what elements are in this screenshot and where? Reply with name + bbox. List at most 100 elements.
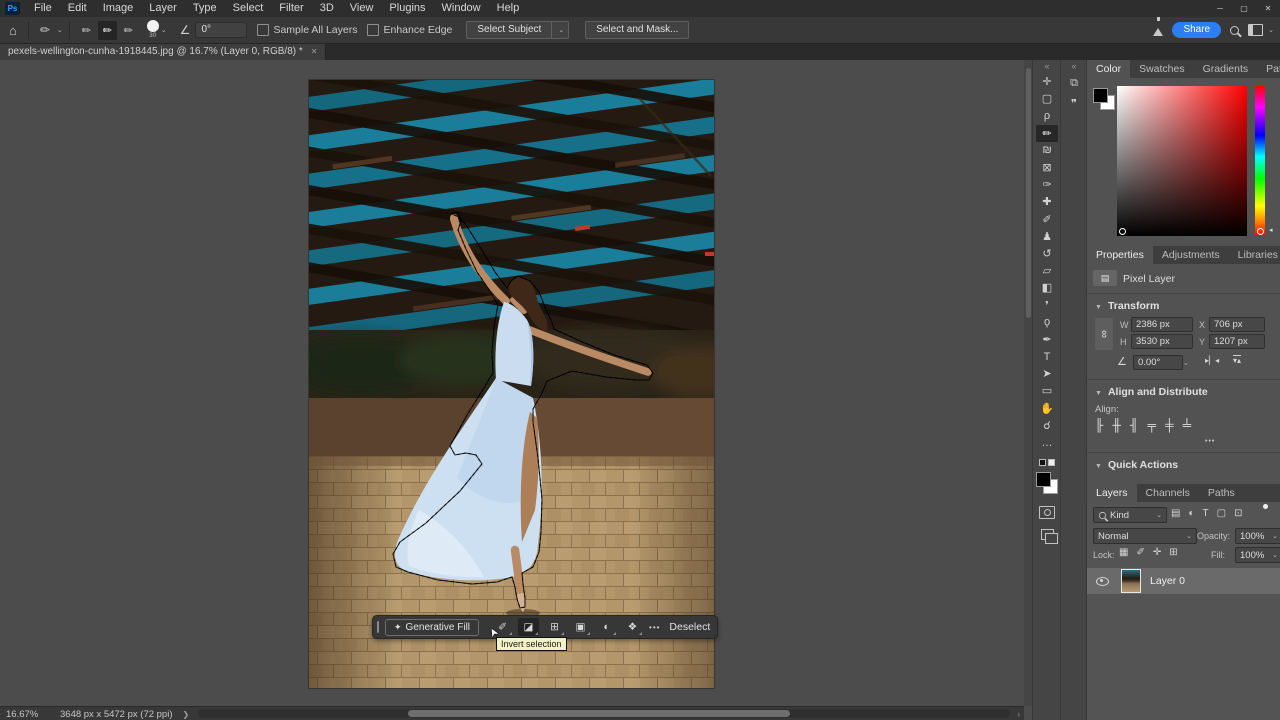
filter-adjustment-layers-icon[interactable]: ◐ [1188,508,1194,519]
panel-tab[interactable]: Patterns [1257,60,1280,78]
filter-smart-objects-icon[interactable]: ⊡ [1234,508,1242,519]
layer-filter-kind[interactable]: Kind ⌄ [1093,507,1167,523]
menu-item[interactable]: Edit [60,0,95,17]
generative-fill-button[interactable]: ✦ Generative Fill [385,619,479,636]
sample-all-layers-checkbox[interactable]: Sample All Layers [257,24,357,36]
angle-input[interactable]: 0.00° [1133,355,1183,370]
panel-tab[interactable]: Adjustments [1153,246,1229,264]
zoom-level-input[interactable]: 16.67% [6,709,46,720]
dodge-tool[interactable]: ϙ [1036,314,1058,331]
marquee-tool[interactable]: ▢ [1036,90,1058,107]
filter-shape-layers-icon[interactable]: ▢ [1217,508,1226,519]
move-tool[interactable]: ✛ [1036,73,1058,90]
eraser-tool[interactable]: ▱ [1036,262,1058,279]
photo-canvas[interactable] [309,80,714,688]
add-to-selection-mode[interactable]: ✏ [98,21,117,40]
gradient-tool[interactable]: ◧ [1036,279,1058,296]
lock-artboard-icon[interactable]: ⊞ [1169,547,1177,558]
canvas-pasteboard[interactable]: ✦ Generative Fill ✐◪⊞▣◐❖ ••• Deselect ➤ … [0,60,1024,706]
invert-selection-icon[interactable]: ◪ [518,618,539,636]
panel-tab[interactable]: Libraries [1229,246,1280,264]
align-section-header[interactable]: ▼Align and Distribute [1095,386,1208,398]
status-expand-icon[interactable]: ❯ [183,710,190,719]
transform-selection-icon[interactable]: ⊞ [544,618,565,636]
menu-item[interactable]: Select [225,0,272,17]
opacity-select[interactable]: 100% ⌄ [1235,528,1280,544]
menu-item[interactable]: Help [489,0,528,17]
link-dimensions-icon[interactable]: ∞ [1095,318,1113,350]
subtract-from-selection-mode[interactable]: ✏ [119,21,138,40]
color-swatch-pair[interactable] [1093,88,1117,112]
fill-select[interactable]: 100% ⌄ [1235,547,1280,563]
new-selection-mode[interactable]: ✏ [77,21,96,40]
color-field-marker[interactable] [1119,228,1126,235]
filter-type-layers-icon[interactable]: T [1203,508,1209,519]
align-left-icon[interactable]: ╟ [1095,418,1104,432]
y-input[interactable]: 1207 px [1209,334,1265,349]
close-tab-icon[interactable]: ✕ [311,47,318,56]
zoom-tool[interactable]: ☌ [1036,417,1058,434]
eyedropper-tool[interactable]: ✑ [1036,176,1058,193]
history-brush-tool[interactable]: ↺ [1036,245,1058,262]
align-more-icon[interactable]: ••• [1205,438,1215,445]
quick-mask-icon[interactable] [1039,506,1055,519]
foreground-color-swatch[interactable] [1036,472,1051,487]
share-button[interactable]: Share [1172,22,1221,38]
lock-position-icon[interactable]: ✛ [1153,547,1161,558]
menu-item[interactable]: 3D [312,0,342,17]
menu-item[interactable]: File [26,0,60,17]
maximize-button[interactable]: ▢ [1232,0,1256,17]
crop-tool[interactable]: ₪ [1036,142,1058,159]
version-history-icon[interactable]: ⧉ [1061,73,1087,93]
scroll-right-icon[interactable]: › [1017,710,1020,719]
foreground-background-swatches[interactable] [1036,472,1058,494]
angle-input[interactable]: 0° [195,22,247,38]
brush-tool[interactable]: ✐ [1036,211,1058,228]
edit-toolbar[interactable]: … [1036,434,1058,451]
canvas-horizontal-scrollbar[interactable] [198,709,1010,718]
dock-collapse-icon[interactable]: « [1033,60,1061,73]
lock-transparency-icon[interactable]: ▦ [1119,547,1128,558]
panel-tab[interactable]: Swatches [1130,60,1194,78]
align-center-h-icon[interactable]: ╫ [1113,418,1122,432]
deselect-button[interactable]: Deselect [669,621,710,633]
beta-features-icon[interactable] [1153,28,1163,36]
workspace-switcher[interactable]: ⌄ [1248,24,1274,36]
select-subject-button[interactable]: Select Subject [466,21,552,39]
lasso-tool[interactable]: ρ [1036,107,1058,124]
hue-slider-marker[interactable] [1257,228,1264,235]
comments-icon[interactable]: ❞ [1061,93,1087,113]
align-top-icon[interactable]: ╤ [1148,418,1157,432]
canvas-vertical-scrollbar[interactable] [1024,60,1032,706]
quick-actions-header[interactable]: ▼Quick Actions [1095,459,1178,471]
panel-tab[interactable]: Color [1087,60,1130,78]
home-icon[interactable]: ⌂ [4,23,22,38]
document-tab[interactable]: pexels-wellington-cunha-1918445.jpg @ 16… [0,43,326,60]
hand-tool[interactable]: ✋ [1036,400,1058,417]
menu-item[interactable]: Image [95,0,142,17]
height-input[interactable]: 3530 px [1131,334,1193,349]
panel-tab[interactable]: Channels [1137,484,1199,502]
menu-item[interactable]: Type [185,0,225,17]
close-button[interactable]: ✕ [1256,0,1280,17]
more-options-icon[interactable]: ••• [649,623,660,632]
layer-row[interactable]: Layer 0 [1087,568,1280,594]
menu-item[interactable]: Window [434,0,489,17]
align-middle-v-icon[interactable]: ╪ [1165,418,1174,432]
minimize-button[interactable]: ─ [1208,0,1232,17]
selection-brush-tool[interactable]: ✏ [1036,125,1058,142]
select-subject-dropdown[interactable]: ⌄ [552,21,569,39]
menu-item[interactable]: View [342,0,382,17]
blend-mode-select[interactable]: Normal ⌄ [1093,528,1197,544]
tool-preset-icon[interactable]: ✏ [35,23,55,37]
path-selection-tool[interactable]: ➤ [1036,365,1058,382]
blur-tool[interactable]: ❜ [1036,296,1058,313]
drag-handle[interactable] [377,621,379,633]
layer-thumbnail[interactable] [1121,569,1141,593]
dock-collapse-icon[interactable]: « [1061,60,1087,73]
transform-section-header[interactable]: ▼Transform [1095,300,1159,312]
menu-item[interactable]: Plugins [381,0,433,17]
panel-tab[interactable]: Gradients [1194,60,1258,78]
panel-tab[interactable]: Layers [1087,484,1137,502]
clone-stamp-tool[interactable]: ♟ [1036,228,1058,245]
